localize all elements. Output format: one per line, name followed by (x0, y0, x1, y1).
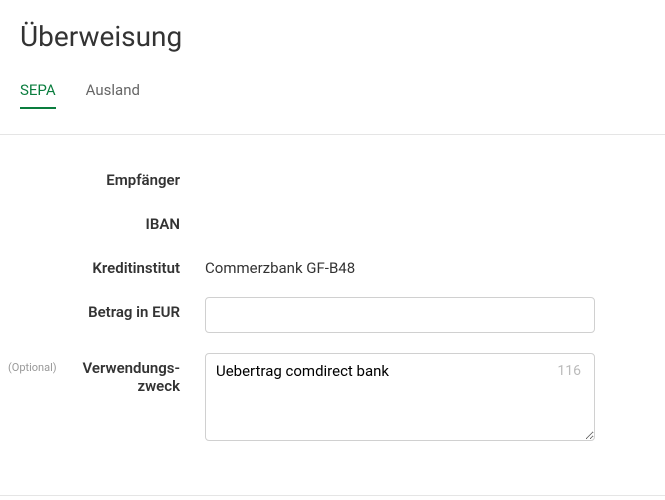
value-recipient (205, 165, 645, 171)
label-amount: Betrag in EUR (60, 297, 205, 321)
value-bank: Commerzbank GF-B48 (205, 253, 645, 277)
label-purpose: Verwendungs-zweck (60, 353, 205, 395)
divider-bottom (0, 495, 665, 496)
row-iban: . IBAN (0, 209, 645, 233)
page-title: Überweisung (0, 0, 665, 63)
purpose-input-wrapper: 116 (205, 353, 645, 445)
tab-ausland[interactable]: Ausland (86, 73, 140, 109)
optional-label: (Optional) (0, 353, 60, 374)
tab-sepa[interactable]: SEPA (20, 73, 56, 109)
transfer-form: . Empfänger . IBAN . Kreditinstitut Comm… (0, 135, 665, 495)
amount-input-wrapper (205, 297, 645, 333)
row-amount: . Betrag in EUR (0, 297, 645, 333)
label-iban: IBAN (60, 209, 205, 233)
value-iban (205, 209, 645, 215)
label-recipient: Empfänger (60, 165, 205, 189)
label-bank: Kreditinstitut (60, 253, 205, 277)
amount-input[interactable] (205, 297, 595, 333)
row-purpose: (Optional) Verwendungs-zweck 116 (0, 353, 645, 445)
purpose-textarea[interactable] (205, 353, 595, 441)
tab-bar: SEPA Ausland (0, 63, 665, 109)
row-recipient: . Empfänger (0, 165, 645, 189)
row-bank: . Kreditinstitut Commerzbank GF-B48 (0, 253, 645, 277)
